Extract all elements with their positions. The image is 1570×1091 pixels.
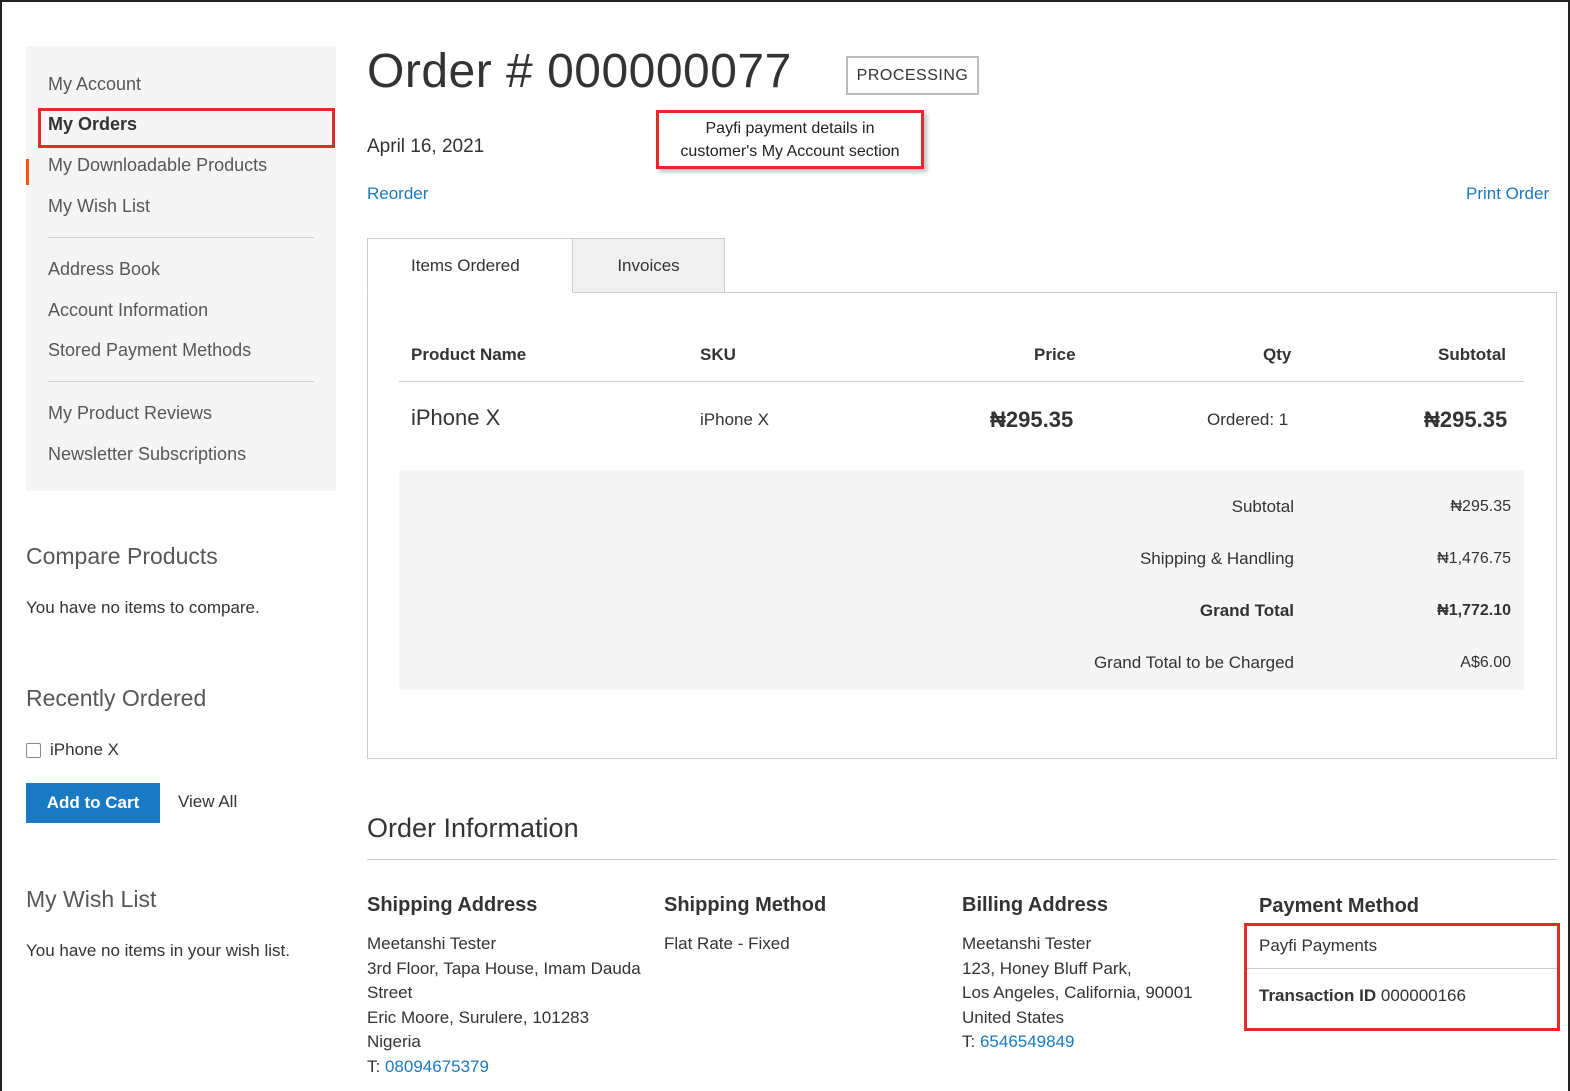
callout-line-2: customer's My Account section xyxy=(680,143,900,160)
item-sku: iPhone X xyxy=(700,410,769,429)
tab-invoices[interactable]: Invoices xyxy=(572,238,725,293)
nav-newsletter-subscriptions[interactable]: Newsletter Subscriptions xyxy=(48,442,246,466)
shipping-address-line: Eric Moore, Surulere, 101283 xyxy=(367,1007,590,1027)
totals-subtotal-label: Subtotal xyxy=(1231,497,1294,516)
billing-phone-row: T: 6546549849 xyxy=(962,1030,1193,1055)
shipping-address-title: Shipping Address xyxy=(367,894,538,916)
compare-empty-text: You have no items to compare. xyxy=(26,598,260,617)
col-header-sku: SKU xyxy=(700,345,736,364)
col-header-product-name: Product Name xyxy=(411,345,527,364)
view-all-link[interactable]: View All xyxy=(178,792,237,812)
totals-grand-value: ₦1,772.10 xyxy=(1437,602,1511,619)
payment-method-title: Payment Method xyxy=(1259,895,1420,917)
shipping-address-block: Meetanshi Tester 3rd Floor, Tapa House, … xyxy=(367,932,659,1079)
print-order-link[interactable]: Print Order xyxy=(1466,184,1549,204)
shipping-phone-row: T: 08094675379 xyxy=(367,1055,659,1080)
page-title: Order # 000000077 xyxy=(367,45,792,98)
item-subtotal: ₦295.35 xyxy=(1424,407,1508,432)
annotation-callout: Payfi payment details in customer's My A… xyxy=(656,110,924,169)
status-badge: PROCESSING xyxy=(846,56,979,95)
billing-address-line: Meetanshi Tester xyxy=(962,934,1092,953)
phone-prefix: T: xyxy=(962,1032,980,1051)
item-qty: Ordered: 1 xyxy=(1207,410,1289,429)
billing-address-line: United States xyxy=(962,1007,1065,1027)
totals-subtotal-value: ₦295.35 xyxy=(1450,498,1512,515)
billing-address-line: 123, Honey Bluff Park, xyxy=(962,958,1132,978)
nav-divider xyxy=(48,237,314,238)
shipping-address-line: Nigeria xyxy=(367,1032,421,1051)
nav-current-indicator xyxy=(26,159,29,185)
wishlist-title: My Wish List xyxy=(26,886,157,912)
shipping-address-line: Meetanshi Tester xyxy=(367,934,497,953)
order-totals: Subtotal ₦295.35 Shipping & Handling ₦1,… xyxy=(399,470,1524,690)
add-to-cart-button[interactable]: Add to Cart xyxy=(26,783,160,823)
nav-my-product-reviews[interactable]: My Product Reviews xyxy=(48,401,212,425)
col-header-price: Price xyxy=(1034,345,1076,364)
col-header-subtotal: Subtotal xyxy=(1438,345,1506,364)
nav-divider xyxy=(48,381,314,382)
compare-products-title: Compare Products xyxy=(26,543,218,569)
tab-items-ordered[interactable]: Items Ordered xyxy=(367,238,573,293)
col-header-qty: Qty xyxy=(1263,345,1292,364)
shipping-address-line: Street xyxy=(367,983,413,1002)
billing-address-block: Meetanshi Tester 123, Honey Bluff Park, … xyxy=(962,932,1193,1055)
recently-ordered-title: Recently Ordered xyxy=(26,685,207,711)
nav-my-account[interactable]: My Account xyxy=(48,72,141,96)
wishlist-empty-text: You have no items in your wish list. xyxy=(26,941,290,960)
table-header-divider xyxy=(399,381,1524,382)
my-orders-highlight-box xyxy=(38,108,335,148)
nav-stored-payment-methods[interactable]: Stored Payment Methods xyxy=(48,338,251,362)
billing-address-line: Los Angeles, California, 90001 xyxy=(962,983,1193,1002)
totals-charged-label: Grand Total to be Charged xyxy=(1093,653,1294,672)
totals-shipping-value: ₦1,476.75 xyxy=(1437,550,1511,567)
billing-phone-link[interactable]: 6546549849 xyxy=(980,1032,1075,1051)
nav-my-wish-list[interactable]: My Wish List xyxy=(48,194,150,218)
item-product-name: iPhone X xyxy=(411,405,501,430)
callout-line-1: Payfi payment details in xyxy=(705,120,875,137)
totals-grand-label: Grand Total xyxy=(1199,601,1294,620)
nav-address-book[interactable]: Address Book xyxy=(48,257,160,281)
nav-my-downloadable-products[interactable]: My Downloadable Products xyxy=(48,153,267,177)
reorder-link[interactable]: Reorder xyxy=(367,184,428,204)
billing-address-title: Billing Address xyxy=(962,894,1108,916)
order-information-divider xyxy=(367,859,1557,860)
totals-shipping-label: Shipping & Handling xyxy=(1139,549,1294,568)
shipping-address-line: 3rd Floor, Tapa House, Imam Dauda xyxy=(367,958,641,978)
shipping-phone-link[interactable]: 08094675379 xyxy=(385,1057,489,1076)
totals-charged-value: A$6.00 xyxy=(1460,654,1511,671)
payment-method-highlight-box xyxy=(1244,923,1560,1031)
recent-item-name: iPhone X xyxy=(50,740,119,759)
nav-account-information[interactable]: Account Information xyxy=(48,298,208,322)
order-information-title: Order Information xyxy=(367,813,579,843)
recent-item-checkbox[interactable] xyxy=(26,743,41,758)
phone-prefix: T: xyxy=(367,1056,385,1076)
shipping-method-title: Shipping Method xyxy=(664,894,827,916)
order-date: April 16, 2021 xyxy=(367,136,485,157)
shipping-method-value: Flat Rate - Fixed xyxy=(664,934,790,953)
item-price: ₦295.35 xyxy=(990,407,1074,432)
